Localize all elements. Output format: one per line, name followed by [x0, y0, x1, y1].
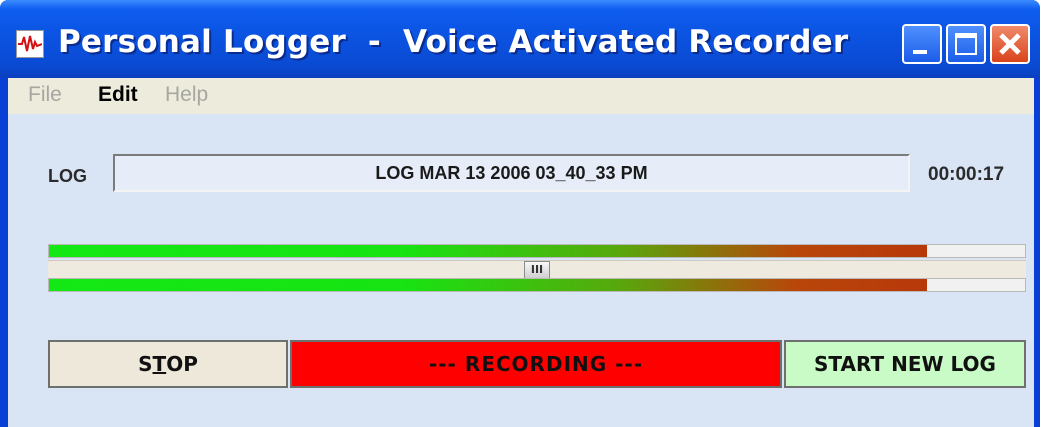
maximize-button[interactable] [946, 24, 986, 64]
recording-status: --- RECORDING --- [290, 340, 782, 388]
log-label: LOG [48, 166, 87, 186]
start-new-log-button[interactable]: START NEW LOG [784, 340, 1026, 388]
elapsed-time: 00:00:17 [928, 164, 1005, 185]
window-title: Personal Logger - Voice Activated Record… [58, 24, 849, 60]
menu-edit[interactable]: Edit [98, 83, 138, 107]
level-meter-top [48, 244, 1026, 258]
minimize-icon [913, 50, 927, 54]
close-icon [999, 33, 1021, 55]
stop-button-label: STOP [138, 352, 198, 376]
title-bar[interactable]: Personal Logger - Voice Activated Record… [0, 0, 1040, 78]
level-meter-bottom-fill [49, 279, 928, 291]
minimize-button[interactable] [902, 24, 942, 64]
menu-help[interactable]: Help [165, 83, 208, 107]
menu-bar: File Edit Help [8, 78, 1034, 114]
close-button[interactable] [990, 24, 1030, 64]
menu-file[interactable]: File [28, 83, 62, 107]
log-name-field[interactable]: LOG MAR 13 2006 03_40_33 PM [113, 154, 910, 192]
maximize-icon [955, 33, 977, 55]
app-window: Personal Logger - Voice Activated Record… [0, 0, 1040, 427]
level-meter-top-fill [49, 245, 928, 257]
threshold-slider-thumb[interactable]: III [524, 261, 550, 279]
stop-button[interactable]: STOP [48, 340, 288, 388]
app-waveform-icon[interactable] [16, 30, 44, 58]
level-meter-bottom [48, 278, 1026, 292]
client-area: File Edit Help LOG LOG MAR 13 2006 03_40… [8, 78, 1034, 427]
